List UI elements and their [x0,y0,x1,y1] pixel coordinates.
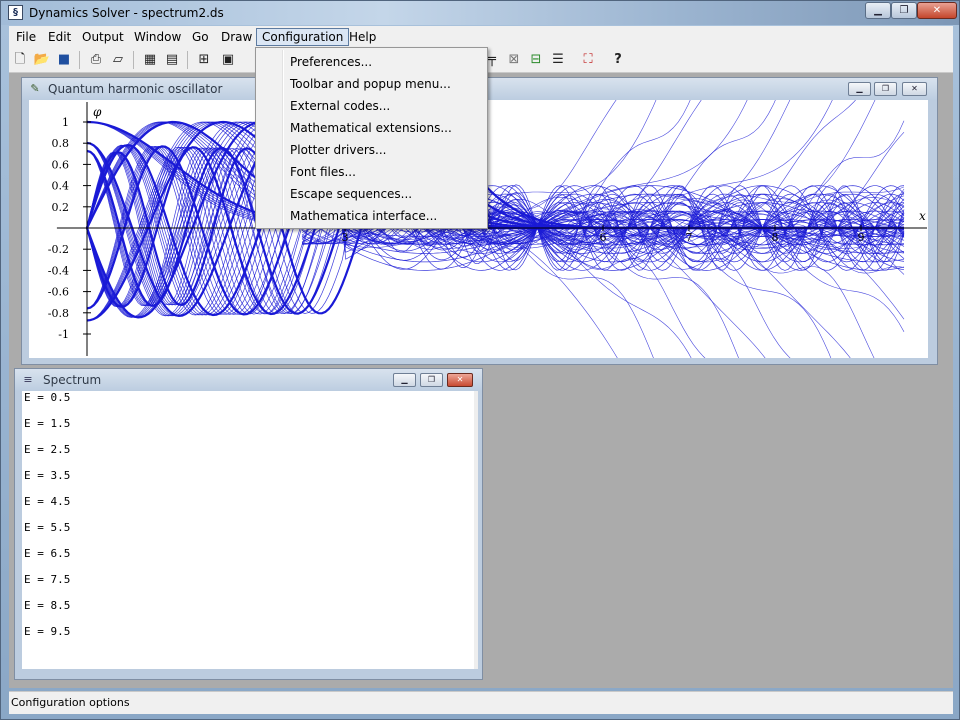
configuration-dropdown: Preferences... Toolbar and popup menu...… [255,47,488,229]
y-tick-label: 0.4 [52,180,70,193]
status-text: Configuration options [11,696,130,709]
menu-icon-gutter [282,50,284,226]
toolbar-separator [187,51,188,69]
energy-line: E = 4.5 [24,495,71,508]
toolbar-separator [79,51,80,69]
table-edit-icon[interactable]: ▤ [163,51,181,69]
energy-line: E = 5.5 [24,521,71,534]
y-tick-label: -0.4 [48,264,69,277]
plot-window-icon: ✎ [30,82,40,95]
fit-window-icon[interactable]: ⛶ [579,51,597,69]
window-icon[interactable]: ▣ [219,51,237,69]
x-tick-label: 8 [772,231,779,244]
menu-help[interactable]: Help [344,28,381,46]
energy-line: E = 9.5 [24,625,71,638]
close-button[interactable]: ✕ [917,2,957,19]
y-tick-label: 1 [62,116,69,129]
plot-close-button[interactable]: ✕ [902,82,927,96]
plot-window-title: Quantum harmonic oscillator [48,82,223,96]
energy-line: E = 6.5 [24,547,71,560]
print-preview-icon[interactable]: ▱ [109,51,127,69]
minimize-button[interactable]: ▁ [865,2,891,19]
app-window: § Dynamics Solver - spectrum2.ds ▁ ❐ ✕ F… [0,0,960,720]
menu-go[interactable]: Go [187,28,214,46]
menu-draw[interactable]: Draw [216,28,257,46]
x-tick-label: 9 [858,231,865,244]
menu-item-preferences[interactable]: Preferences... [290,51,372,73]
open-folder-icon[interactable]: 📂 [33,51,51,69]
spectrum-maximize-button[interactable]: ❐ [420,373,443,387]
energy-line: E = 3.5 [24,469,71,482]
plot-minimize-button[interactable]: ▁ [848,82,871,96]
menu-item-mathematica[interactable]: Mathematica interface... [290,205,437,227]
y-tick-label: -0.2 [48,243,69,256]
spectrum-window-title: Spectrum [43,373,102,387]
menu-window[interactable]: Window [129,28,186,46]
solve-icon[interactable]: ⊠ [505,51,523,69]
toolbar-separator [133,51,134,69]
spectrum-text-output[interactable]: E = 0.5 E = 1.5 E = 2.5 E = 3.5 E = 4.5 … [22,391,478,669]
new-file-icon[interactable]: 🗋 [11,51,29,69]
menu-item-plotter-drivers[interactable]: Plotter drivers... [290,139,386,161]
menu-item-escape-sequences[interactable]: Escape sequences... [290,183,412,205]
plot-maximize-button[interactable]: ❐ [874,82,897,96]
help-icon[interactable]: ? [609,51,627,69]
menu-file[interactable]: File [11,28,41,46]
spectrum-scrollbar[interactable] [474,391,478,669]
title-bar[interactable]: § Dynamics Solver - spectrum2.ds ▁ ❐ ✕ [1,1,959,25]
table-icon[interactable]: ▦ [141,51,159,69]
menu-edit[interactable]: Edit [43,28,76,46]
menu-output[interactable]: Output [77,28,129,46]
y-tick-label: -0.6 [48,286,69,299]
energy-line: E = 0.5 [24,391,71,404]
save-icon[interactable]: ■ [55,51,73,69]
energy-line: E = 7.5 [24,573,71,586]
spectrum-window-icon: ≡ [23,373,33,386]
energy-line: E = 8.5 [24,599,71,612]
x-tick-label: 3 [342,231,349,244]
y-tick-label: 0.2 [52,201,70,214]
menu-item-toolbar-popup[interactable]: Toolbar and popup menu... [290,73,451,95]
window-title: Dynamics Solver - spectrum2.ds [29,6,224,20]
menu-item-math-extensions[interactable]: Mathematical extensions... [290,117,452,139]
y-axis-label: φ [93,105,102,119]
y-tick-label: 0.8 [52,137,70,150]
menu-bar: File Edit Output Window Go Draw Configur… [9,26,953,49]
spectrum-window-title-bar[interactable]: ≡ Spectrum ▁ ❐ ✕ [15,369,482,391]
spectrum-window[interactable]: ≡ Spectrum ▁ ❐ ✕ E = 0.5 E = 1.5 E = 2.5… [14,368,483,680]
menu-configuration[interactable]: Configuration [256,28,350,46]
print-icon[interactable]: ⎙ [87,51,105,69]
maximize-button[interactable]: ❐ [891,2,917,19]
app-icon[interactable]: § [8,5,23,20]
zoom-box-icon[interactable]: ⊞ [195,51,213,69]
y-tick-label: -1 [58,328,69,341]
energy-line: E = 2.5 [24,443,71,456]
x-tick-label: 6 [600,231,607,244]
spectrum-close-button[interactable]: ✕ [447,373,473,387]
spectrum-minimize-button[interactable]: ▁ [393,373,416,387]
y-tick-label: -0.8 [48,307,69,320]
menu-item-font-files[interactable]: Font files... [290,161,356,183]
y-tick-label: 0.6 [52,158,70,171]
x-tick-label: 7 [686,231,693,244]
export-icon[interactable]: ⊟ [527,51,545,69]
menu-item-external-codes[interactable]: External codes... [290,95,390,117]
status-bar: Configuration options [9,691,953,714]
x-axis-label: x [919,209,926,223]
split-icon[interactable]: ☰ [549,51,567,69]
energy-line: E = 1.5 [24,417,71,430]
